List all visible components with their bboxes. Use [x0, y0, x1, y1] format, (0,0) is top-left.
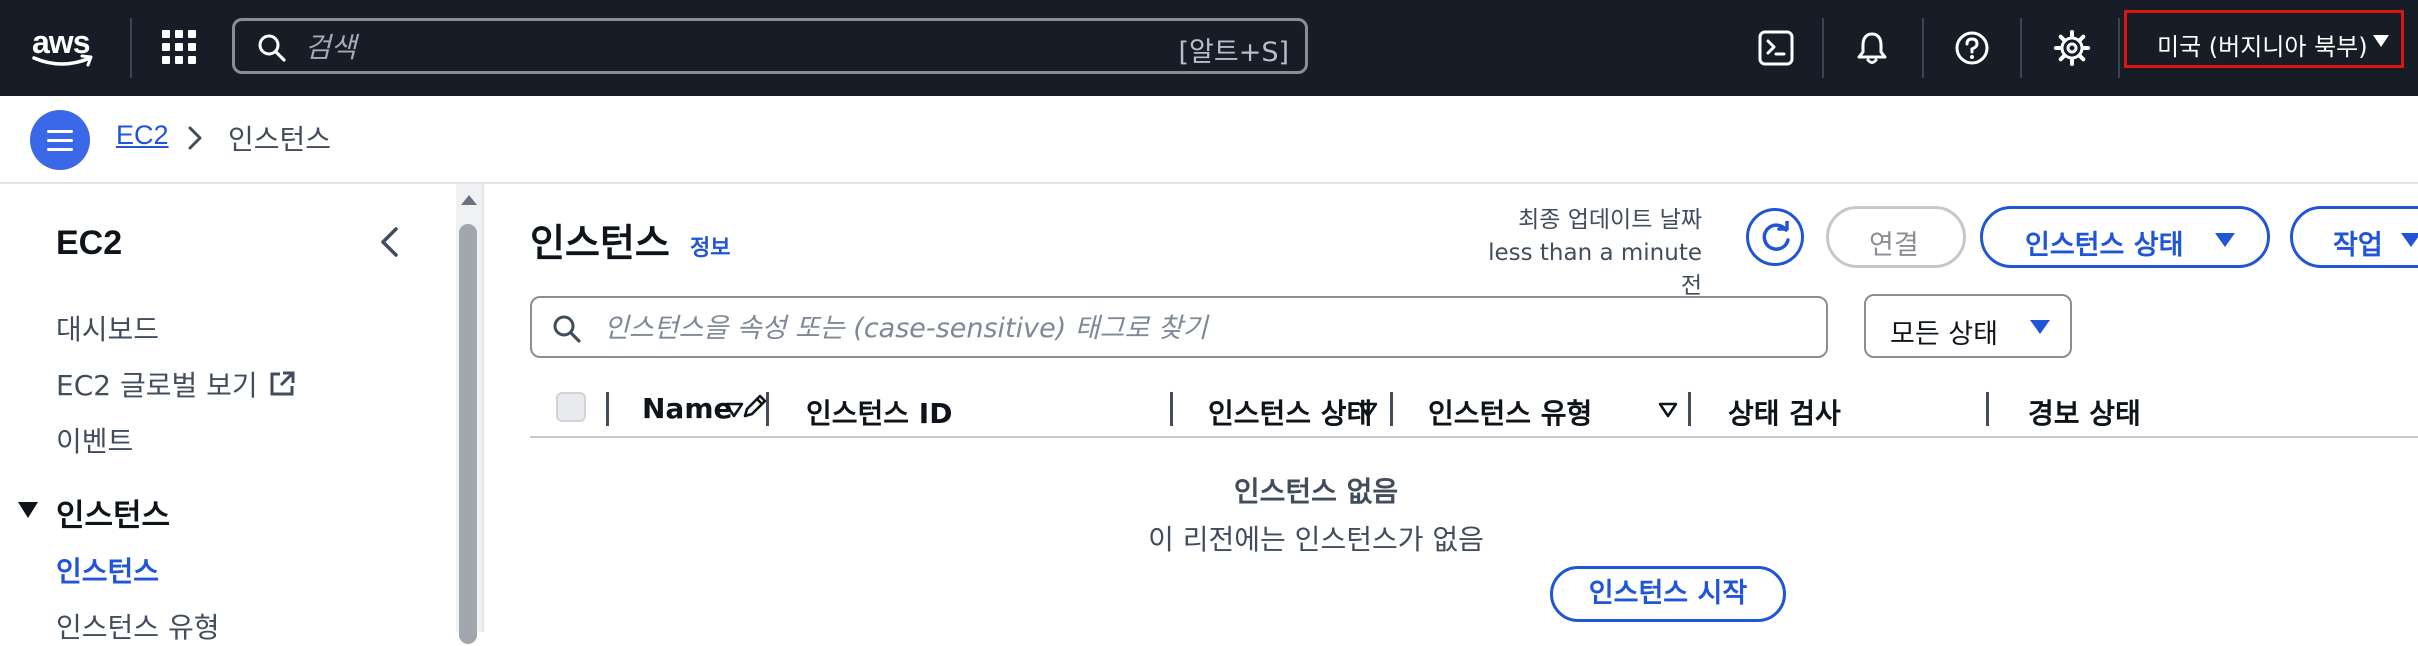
side-menu-toggle[interactable]: [30, 110, 90, 170]
column-header-name[interactable]: Name: [642, 392, 769, 425]
last-updated-value: less than a minute 전: [1488, 240, 1702, 299]
refresh-button[interactable]: [1746, 208, 1804, 266]
last-updated-label: 최종 업데이트 날짜: [1518, 207, 1702, 233]
apps-grid-icon[interactable]: [162, 30, 198, 66]
column-separator: [1986, 392, 1989, 426]
sort-down-icon[interactable]: [1658, 402, 1678, 418]
breadcrumb-ec2-link[interactable]: EC2: [116, 120, 169, 151]
column-separator: [1688, 392, 1691, 426]
column-separator: [1390, 392, 1393, 426]
sort-down-icon[interactable]: [724, 402, 744, 418]
table-divider: [530, 436, 2418, 438]
scroll-thumb[interactable]: [459, 224, 477, 644]
scroll-up-icon[interactable]: [459, 192, 479, 206]
gear-icon[interactable]: [2052, 28, 2092, 68]
nav-divider: [1822, 18, 1824, 78]
search-icon: [258, 34, 286, 62]
sort-down-icon[interactable]: [1358, 402, 1378, 418]
caret-down-icon: [2030, 320, 2050, 334]
nav-divider: [1922, 18, 1924, 78]
help-icon[interactable]: [1952, 28, 1992, 68]
column-header-instance-type[interactable]: 인스턴스 유형: [1428, 392, 1592, 432]
column-header-label: Name: [642, 392, 733, 425]
connect-button-label: 연결: [1869, 230, 1919, 261]
actions-button-label: 작업: [2333, 230, 2383, 261]
instance-filter[interactable]: [530, 296, 1828, 358]
last-updated: 최종 업데이트 날짜 less than a minute 전: [1464, 204, 1702, 303]
sidebar-item-instance-types[interactable]: 인스턴스 유형: [56, 606, 219, 646]
aws-logo[interactable]: aws: [30, 24, 100, 70]
launch-instance-button[interactable]: 인스턴스 시작: [1550, 566, 1786, 622]
page-title: 인스턴스: [530, 221, 670, 265]
column-header-instance-state[interactable]: 인스턴스 상태: [1208, 392, 1372, 432]
table-header: Name 인스턴스 ID 인스턴스 상태 인스턴스 유형 상태 검사 경보 상태: [530, 380, 2418, 438]
chevron-right-icon: [188, 126, 202, 150]
caret-down-icon[interactable]: [18, 502, 38, 518]
state-filter-select[interactable]: 모든 상태: [1864, 294, 2072, 358]
connect-button[interactable]: 연결: [1826, 206, 1966, 268]
column-separator: [606, 392, 609, 426]
aws-smile-icon: [32, 54, 93, 67]
instance-state-button[interactable]: 인스턴스 상태: [1980, 206, 2270, 268]
sidebar-scrollbar[interactable]: [456, 184, 482, 644]
select-all-checkbox[interactable]: [556, 392, 586, 422]
sidebar-item-dashboard[interactable]: 대시보드: [56, 308, 159, 348]
breadcrumb: EC2 인스턴스: [0, 96, 2418, 184]
column-header-status-check[interactable]: 상태 검사: [1728, 392, 1841, 432]
sidebar-title: EC2: [56, 224, 123, 262]
nav-divider: [130, 18, 132, 78]
cloudshell-icon[interactable]: [1756, 28, 1796, 68]
sidebar-item-instances[interactable]: 인스턴스: [56, 550, 159, 590]
refresh-icon: [1762, 221, 1790, 251]
sidebar-item-label: EC2 글로벌 보기: [56, 369, 258, 402]
column-separator: [766, 392, 769, 426]
sidebar-section-instances[interactable]: 인스턴스: [56, 490, 170, 535]
sidebar-item-global-view[interactable]: EC2 글로벌 보기: [56, 364, 296, 404]
region-label: 미국 (버지니아 북부): [2157, 33, 2368, 61]
state-filter-value: 모든 상태: [1890, 319, 1998, 350]
actions-button[interactable]: 작업: [2290, 206, 2418, 268]
info-link[interactable]: 정보: [690, 230, 730, 262]
empty-state-title: 인스턴스 없음: [1233, 475, 1399, 508]
instance-state-button-label: 인스턴스 상태: [2025, 230, 2184, 261]
search-input[interactable]: [303, 27, 1107, 67]
column-header-instance-id[interactable]: 인스턴스 ID: [806, 392, 952, 432]
search-icon: [553, 315, 581, 343]
external-link-icon: [270, 371, 295, 396]
top-navigation: aws [알트+S]: [0, 0, 2418, 96]
search-shortcut: [알트+S]: [1178, 37, 1289, 68]
column-header-alarm-status[interactable]: 경보 상태: [2028, 392, 2141, 432]
nav-divider: [2118, 18, 2120, 78]
edit-pencil-icon: [743, 394, 766, 418]
caret-down-icon: [2373, 35, 2389, 47]
collapse-sidebar-icon[interactable]: [378, 226, 400, 258]
breadcrumb-current: 인스턴스: [228, 123, 332, 156]
caret-down-icon: [2401, 233, 2418, 247]
column-separator: [1170, 392, 1173, 426]
bell-icon[interactable]: [1852, 28, 1892, 68]
caret-down-icon: [2215, 233, 2235, 247]
main-content: 인스턴스 정보 최종 업데이트 날짜 less than a minute 전 …: [484, 184, 2418, 632]
nav-divider: [2020, 18, 2022, 78]
global-search[interactable]: [알트+S]: [232, 18, 1308, 74]
sidebar: EC2 대시보드 EC2 글로벌 보기 이벤트 인스턴스 인스턴스 인스턴스 유…: [0, 184, 456, 644]
sidebar-item-events[interactable]: 이벤트: [56, 420, 133, 460]
instance-filter-input[interactable]: [602, 308, 1806, 348]
empty-state-description: 이 리전에는 인스턴스가 없음: [1148, 523, 1484, 556]
region-selector[interactable]: 미국 (버지니아 북부): [2124, 10, 2404, 68]
